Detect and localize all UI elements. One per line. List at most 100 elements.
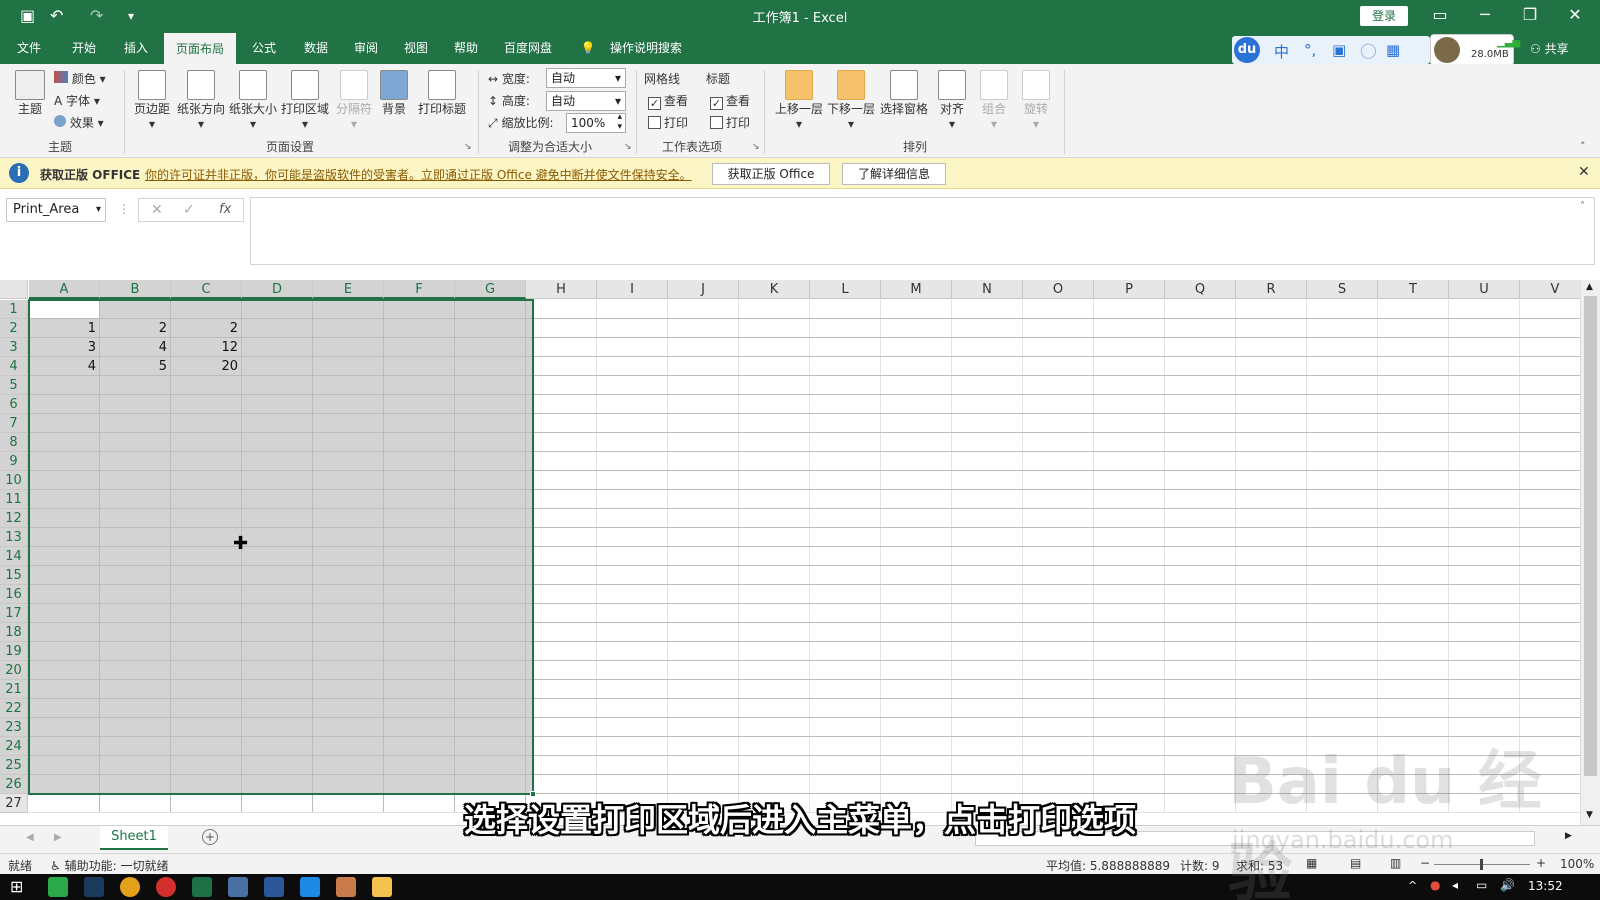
enter-icon[interactable]: ✓ [183,202,195,218]
themes-button[interactable]: 主题 [12,70,48,117]
accessibility-status[interactable]: ♿ 辅助功能: 一切就绪 [50,857,168,874]
collapse-formula-bar-icon[interactable]: ˄ [1580,201,1585,212]
user-icon[interactable]: ◯ [1360,41,1377,59]
column-header-j[interactable]: J [668,280,739,299]
netease-music-icon[interactable] [156,877,176,897]
rotate-button[interactable]: 旋转 ▾ [1018,70,1054,131]
word-icon[interactable] [264,877,284,897]
tab-formulas[interactable]: 公式 [242,32,286,64]
row-header-10[interactable]: 10 [0,471,28,490]
row-header-4[interactable]: 4 [0,357,28,376]
close-icon[interactable]: ✕ [1555,4,1595,26]
column-header-a[interactable]: A [29,280,100,299]
tab-insert[interactable]: 插入 [114,32,158,64]
ribbon-display-options-icon[interactable]: ▭ [1420,4,1460,26]
row-header-21[interactable]: 21 [0,680,28,699]
row-header-8[interactable]: 8 [0,433,28,452]
baidu-ime-icon[interactable]: du [1234,37,1260,63]
sheet-options-launcher-icon[interactable]: ↘ [752,142,760,152]
punctuation-icon[interactable]: °, [1304,41,1316,59]
row-header-18[interactable]: 18 [0,623,28,642]
chinese-mode-icon[interactable]: 中 [1274,41,1289,62]
column-header-e[interactable]: E [313,280,384,299]
row-header-14[interactable]: 14 [0,547,28,566]
toolbox-icon[interactable]: ▣ [1332,41,1346,59]
app-icon-orange[interactable] [336,877,356,897]
windows-start-icon[interactable]: ⊞ [10,877,23,896]
group-objects-button[interactable]: 组合 ▾ [976,70,1012,131]
print-titles-button[interactable]: 打印标题 [416,70,468,117]
row-header-16[interactable]: 16 [0,585,28,604]
bring-forward-button[interactable]: 上移一层 ▾ [774,70,824,131]
gridlines-view-checkbox[interactable]: ✓ 查看 [648,92,688,110]
theme-colors-button[interactable]: 颜色 ▾ [54,70,106,87]
gridlines-print-checkbox[interactable]: 打印 [648,114,688,131]
tab-data[interactable]: 数据 [294,32,338,64]
column-header-b[interactable]: B [100,280,171,299]
column-header-k[interactable]: K [739,280,810,299]
size-button[interactable]: 纸张大小 ▾ [228,70,278,131]
theme-fonts-button[interactable]: A 字体 ▾ [54,92,100,109]
column-header-c[interactable]: C [171,280,242,299]
chrome-icon[interactable] [120,877,140,897]
row-header-26[interactable]: 26 [0,775,28,794]
send-backward-button[interactable]: 下移一层 ▾ [826,70,876,131]
close-notice-icon[interactable]: ✕ [1578,164,1590,180]
resize-handle-icon[interactable]: ⋮ [118,202,130,216]
column-header-q[interactable]: Q [1165,280,1236,299]
row-header-17[interactable]: 17 [0,604,28,623]
row-header-13[interactable]: 13 [0,528,28,547]
row-header-19[interactable]: 19 [0,642,28,661]
get-genuine-office-button[interactable]: 获取正版 Office [712,163,830,185]
margins-button[interactable]: 页边距 ▾ [132,70,172,131]
app-icon-blue[interactable] [300,877,320,897]
row-header-7[interactable]: 7 [0,414,28,433]
column-header-r[interactable]: R [1236,280,1307,299]
tell-me-search[interactable]: 操作说明搜索 [604,32,688,64]
scale-spinner[interactable]: 100% ▴ ▾ [566,112,626,133]
insert-function-icon[interactable]: fx [219,202,231,217]
name-box[interactable]: Print_Area ▾ [6,198,106,222]
memory-widget[interactable]: 28.0MB ▁▃▅ [1430,34,1520,66]
row-header-12[interactable]: 12 [0,509,28,528]
height-dropdown[interactable]: 自动 ▾ [546,91,626,111]
minimize-icon[interactable]: ─ [1465,4,1505,26]
select-all-corner[interactable] [0,280,28,299]
row-header-22[interactable]: 22 [0,699,28,718]
row-header-23[interactable]: 23 [0,718,28,737]
login-button[interactable]: 登录 [1360,6,1408,26]
row-header-1[interactable]: 1 [0,300,28,319]
row-header-24[interactable]: 24 [0,737,28,756]
row-header-5[interactable]: 5 [0,376,28,395]
column-header-h[interactable]: H [526,280,597,299]
column-header-n[interactable]: N [952,280,1023,299]
headings-print-checkbox[interactable]: 打印 [710,114,750,131]
tab-file[interactable]: 文件 [8,32,50,64]
tab-baidu-netdisk[interactable]: 百度网盘 [496,32,560,64]
column-header-t[interactable]: T [1378,280,1449,299]
ime-toolbar[interactable]: du 中 °, ▣ ◯ ▦ [1232,36,1430,64]
excel-taskbar-icon[interactable] [192,877,212,897]
row-header-6[interactable]: 6 [0,395,28,414]
headings-view-checkbox[interactable]: ✓ 查看 [710,92,750,110]
notepad-icon[interactable] [228,877,248,897]
width-dropdown[interactable]: 自动 ▾ [546,68,626,88]
column-header-p[interactable]: P [1094,280,1165,299]
grid-menu-icon[interactable]: ▦ [1386,41,1400,59]
breaks-button[interactable]: 分隔符 ▾ [334,70,374,131]
tab-review[interactable]: 审阅 [344,32,388,64]
row-header-3[interactable]: 3 [0,338,28,357]
background-button[interactable]: 背景 [376,70,412,117]
page-setup-launcher-icon[interactable]: ↘ [464,142,472,152]
row-header-11[interactable]: 11 [0,490,28,509]
file-explorer-icon[interactable] [372,877,392,897]
cancel-icon[interactable]: ✕ [151,202,163,218]
app-icon-green[interactable] [48,877,68,897]
column-header-s[interactable]: S [1307,280,1378,299]
column-header-m[interactable]: M [881,280,952,299]
row-header-25[interactable]: 25 [0,756,28,775]
collapse-ribbon-icon[interactable]: ˄ [1580,140,1586,153]
column-header-o[interactable]: O [1023,280,1094,299]
column-header-i[interactable]: I [597,280,668,299]
align-button[interactable]: 对齐 ▾ [934,70,970,131]
